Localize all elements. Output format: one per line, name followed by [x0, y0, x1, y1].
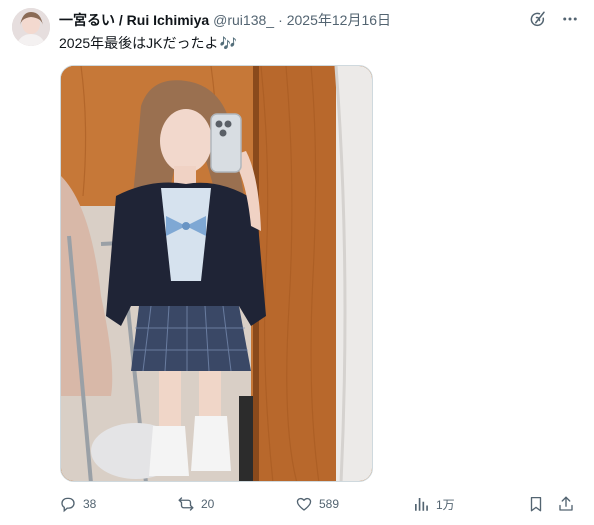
tweet-actions: 38 20 589 1万 [59, 495, 579, 517]
tweet-photo[interactable] [60, 65, 373, 482]
view-count: 1万 [436, 497, 455, 512]
photo-illustration [61, 66, 372, 481]
share-button[interactable] [557, 495, 575, 513]
more-icon[interactable] [560, 9, 580, 29]
tweet-date[interactable]: 2025年12月16日 [287, 10, 391, 30]
like-button[interactable]: 589 [295, 495, 339, 513]
retweet-icon [178, 497, 194, 511]
bookmark-icon [530, 496, 542, 512]
heart-icon [296, 497, 312, 511]
separator-dot: · [278, 12, 283, 28]
tweet-header: 一宮るい / Rui Ichimiya @rui138_ · 2025年12月1… [59, 10, 391, 30]
tweet-text-body: 2025年最後はJKだったよ [59, 35, 219, 51]
bookmark-button[interactable] [527, 495, 545, 513]
views-button[interactable]: 1万 [412, 495, 455, 513]
display-name[interactable]: 一宮るい / Rui Ichimiya [59, 10, 209, 30]
user-handle[interactable]: @rui138_ [213, 12, 274, 28]
grok-icon[interactable] [528, 9, 548, 29]
tweet: 一宮るい / Rui Ichimiya @rui138_ · 2025年12月1… [0, 0, 594, 525]
avatar[interactable] [12, 8, 50, 46]
reply-count: 38 [83, 497, 97, 511]
share-icon [559, 496, 573, 511]
views-icon [415, 498, 428, 511]
retweet-button[interactable]: 20 [177, 495, 214, 513]
reply-icon [61, 497, 75, 513]
header-icons [528, 9, 580, 29]
reply-button[interactable]: 38 [59, 495, 96, 513]
retweet-count: 20 [201, 497, 215, 511]
tweet-text: 2025年最後はJKだったよ🎶 [59, 33, 237, 53]
like-count: 589 [319, 497, 340, 511]
music-notes-emoji: 🎶 [219, 36, 237, 52]
